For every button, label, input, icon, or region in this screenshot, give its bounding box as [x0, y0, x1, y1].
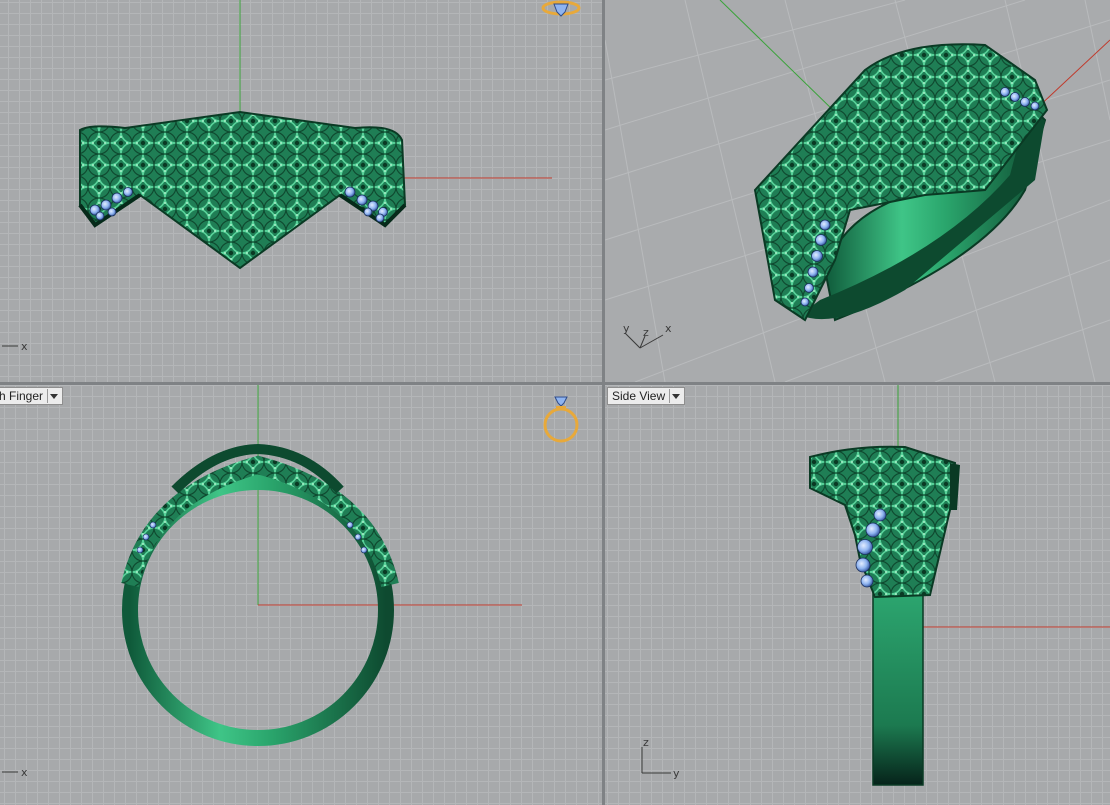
ring-gem-icon	[541, 0, 581, 17]
ring-top-model	[121, 443, 399, 746]
viewport-title-text: Side View	[612, 389, 666, 403]
chevron-down-icon[interactable]	[47, 389, 59, 403]
perspective-view-canvas: y z x	[605, 0, 1110, 382]
viewport-front[interactable]: x	[0, 0, 602, 382]
viewport-top[interactable]: x h Finger	[0, 385, 602, 805]
side-view-canvas: z y	[641, 385, 1110, 786]
svg-text:z: z	[643, 326, 649, 339]
axis-indicator: x	[2, 766, 28, 779]
svg-text:z: z	[643, 736, 649, 749]
viewport-title-text: h Finger	[0, 389, 44, 403]
svg-text:x: x	[21, 766, 28, 779]
viewport-perspective[interactable]: y z x	[605, 0, 1110, 382]
svg-text:y: y	[623, 322, 630, 335]
svg-text:x: x	[665, 322, 672, 335]
ring-gem-icon	[543, 396, 579, 443]
axis-x-line	[1034, 39, 1110, 111]
ring-front-model	[78, 110, 407, 270]
viewport-title-side[interactable]: Side View	[607, 387, 686, 405]
chevron-down-icon[interactable]	[669, 389, 681, 403]
axis-indicator: x	[2, 340, 28, 353]
svg-text:x: x	[21, 340, 28, 353]
axis-indicator: z y	[641, 736, 680, 780]
viewport-side[interactable]: z y Side View	[605, 385, 1110, 805]
ring-perspective-model	[753, 43, 1049, 322]
axis-indicator: y z x	[623, 322, 672, 349]
top-view-canvas: x	[2, 385, 579, 779]
ring-side-model	[809, 445, 960, 786]
viewport-title-top[interactable]: h Finger	[0, 387, 64, 405]
svg-text:y: y	[673, 767, 680, 780]
axis-y-line	[719, 0, 836, 113]
front-view-canvas: x	[2, 0, 581, 353]
